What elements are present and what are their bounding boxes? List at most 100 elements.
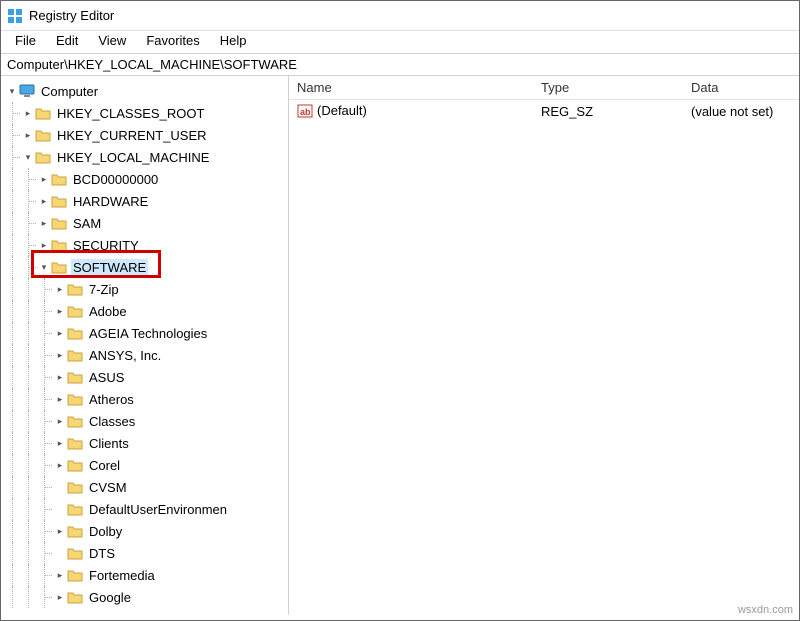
- folder-icon: [51, 171, 67, 187]
- tree-label: HARDWARE: [71, 193, 150, 210]
- column-header-data[interactable]: Data: [683, 80, 799, 95]
- expander-blank: ▸: [53, 542, 67, 564]
- menu-file[interactable]: File: [7, 31, 44, 50]
- tree-pane[interactable]: ▾ Computer ▸: [1, 76, 289, 615]
- menu-favorites[interactable]: Favorites: [138, 31, 207, 50]
- folder-icon: [35, 127, 51, 143]
- menu-help[interactable]: Help: [212, 31, 255, 50]
- tree-node-hardware[interactable]: ▸ HARDWARE: [5, 190, 288, 212]
- chevron-down-icon[interactable]: ▾: [37, 256, 51, 278]
- menu-view[interactable]: View: [90, 31, 134, 50]
- folder-icon: [67, 413, 83, 429]
- chevron-right-icon[interactable]: ▸: [53, 300, 67, 322]
- column-header-type[interactable]: Type: [533, 80, 683, 95]
- tree-node-ansys-inc-[interactable]: ▸ ANSYS, Inc.: [5, 344, 288, 366]
- chevron-right-icon[interactable]: ▸: [21, 124, 35, 146]
- tree-node-sam[interactable]: ▸ SAM: [5, 212, 288, 234]
- tree-node-fortemedia[interactable]: ▸ Fortemedia: [5, 564, 288, 586]
- tree-node-asus[interactable]: ▸ ASUS: [5, 366, 288, 388]
- column-header-name[interactable]: Name: [289, 80, 533, 95]
- folder-icon: [67, 281, 83, 297]
- list-header[interactable]: Name Type Data: [289, 76, 799, 100]
- folder-icon: [51, 193, 67, 209]
- chevron-right-icon[interactable]: ▸: [37, 234, 51, 256]
- chevron-right-icon[interactable]: ▸: [53, 410, 67, 432]
- chevron-right-icon[interactable]: ▸: [37, 190, 51, 212]
- tree-label: HKEY_LOCAL_MACHINE: [55, 149, 211, 166]
- chevron-right-icon[interactable]: ▸: [53, 278, 67, 300]
- chevron-down-icon[interactable]: ▾: [5, 80, 19, 102]
- tree-node-computer[interactable]: ▾ Computer: [5, 80, 288, 102]
- regedit-app-icon: [7, 8, 23, 24]
- tree-label: Atheros: [87, 391, 136, 408]
- folder-icon: [67, 567, 83, 583]
- tree-node-atheros[interactable]: ▸ Atheros: [5, 388, 288, 410]
- tree-node-clients[interactable]: ▸Clients: [5, 432, 288, 454]
- folder-icon: [67, 545, 83, 561]
- folder-icon: [67, 325, 83, 341]
- chevron-right-icon[interactable]: ▸: [53, 432, 67, 454]
- tree-node-hkcu[interactable]: ▸ HKEY_CURRENT_USER: [5, 124, 288, 146]
- chevron-right-icon[interactable]: ▸: [53, 520, 67, 542]
- tree-label: Corel: [87, 457, 122, 474]
- folder-icon: [67, 589, 83, 605]
- value-type: REG_SZ: [533, 104, 683, 119]
- window-title: Registry Editor: [29, 8, 114, 23]
- tree-node-security[interactable]: ▸ SECURITY: [5, 234, 288, 256]
- expander-blank: ▸: [53, 498, 67, 520]
- tree-node-hkcr[interactable]: ▸ HKEY_CLASSES_ROOT: [5, 102, 288, 124]
- chevron-right-icon[interactable]: ▸: [53, 344, 67, 366]
- chevron-right-icon[interactable]: ▸: [53, 322, 67, 344]
- chevron-right-icon[interactable]: ▸: [37, 212, 51, 234]
- chevron-down-icon[interactable]: ▾: [21, 146, 35, 168]
- tree-label: ASUS: [87, 369, 126, 386]
- folder-icon: [67, 457, 83, 473]
- computer-icon: [19, 83, 35, 99]
- tree-node-bcd[interactable]: ▸ BCD00000000: [5, 168, 288, 190]
- folder-icon: [67, 501, 83, 517]
- folder-icon: [51, 215, 67, 231]
- chevron-right-icon[interactable]: ▸: [53, 454, 67, 476]
- address-path: Computer\HKEY_LOCAL_MACHINE\SOFTWARE: [7, 57, 297, 72]
- tree-label: BCD00000000: [71, 171, 160, 188]
- folder-icon: [51, 237, 67, 253]
- watermark: wsxdn.com: [738, 604, 793, 616]
- tree-node-ageia-technologies[interactable]: ▸AGEIA Technologies: [5, 322, 288, 344]
- folder-icon: [67, 435, 83, 451]
- chevron-right-icon[interactable]: ▸: [53, 388, 67, 410]
- tree-node-dolby[interactable]: ▸Dolby: [5, 520, 288, 542]
- tree-label: 7-Zip: [87, 281, 121, 298]
- folder-icon: [67, 303, 83, 319]
- folder-icon: [67, 347, 83, 363]
- menu-edit[interactable]: Edit: [48, 31, 86, 50]
- tree-node-cvsm[interactable]: ▸CVSM: [5, 476, 288, 498]
- svg-text:ab: ab: [300, 107, 311, 117]
- tree-label: Fortemedia: [87, 567, 157, 584]
- address-bar[interactable]: Computer\HKEY_LOCAL_MACHINE\SOFTWARE: [1, 53, 799, 76]
- chevron-right-icon[interactable]: ▸: [21, 102, 35, 124]
- chevron-right-icon[interactable]: ▸: [53, 564, 67, 586]
- tree-node-hklm[interactable]: ▾ HKEY_LOCAL_MACHINE: [5, 146, 288, 168]
- tree-node-defaultuserenvironmen[interactable]: ▸ DefaultUserEnvironmen: [5, 498, 288, 520]
- tree-node-dts[interactable]: ▸DTS: [5, 542, 288, 564]
- tree-node-7-zip[interactable]: ▸ 7-Zip: [5, 278, 288, 300]
- list-row[interactable]: ab (Default) REG_SZ (value not set): [289, 100, 799, 122]
- tree-label: DefaultUserEnvironmen: [87, 501, 229, 518]
- tree-node-software[interactable]: ▾ SOFTWARE: [5, 256, 288, 278]
- tree-label: Classes: [87, 413, 137, 430]
- list-pane[interactable]: Name Type Data ab (Default) REG_SZ (valu…: [289, 76, 799, 615]
- tree-node-classes[interactable]: ▸ Classes: [5, 410, 288, 432]
- tree-label: HKEY_CLASSES_ROOT: [55, 105, 206, 122]
- tree-label: CVSM: [87, 479, 129, 496]
- chevron-right-icon[interactable]: ▸: [37, 168, 51, 190]
- chevron-right-icon[interactable]: ▸: [53, 366, 67, 388]
- tree-label: HKEY_CURRENT_USER: [55, 127, 209, 144]
- menu-bar: File Edit View Favorites Help: [1, 31, 799, 53]
- chevron-right-icon[interactable]: ▸: [53, 586, 67, 608]
- tree-label: Computer: [39, 83, 100, 100]
- tree-node-corel[interactable]: ▸ Corel: [5, 454, 288, 476]
- tree-label: ANSYS, Inc.: [87, 347, 163, 364]
- tree-node-adobe[interactable]: ▸ Adobe: [5, 300, 288, 322]
- tree-label: Adobe: [87, 303, 129, 320]
- tree-node-google[interactable]: ▸Google: [5, 586, 288, 608]
